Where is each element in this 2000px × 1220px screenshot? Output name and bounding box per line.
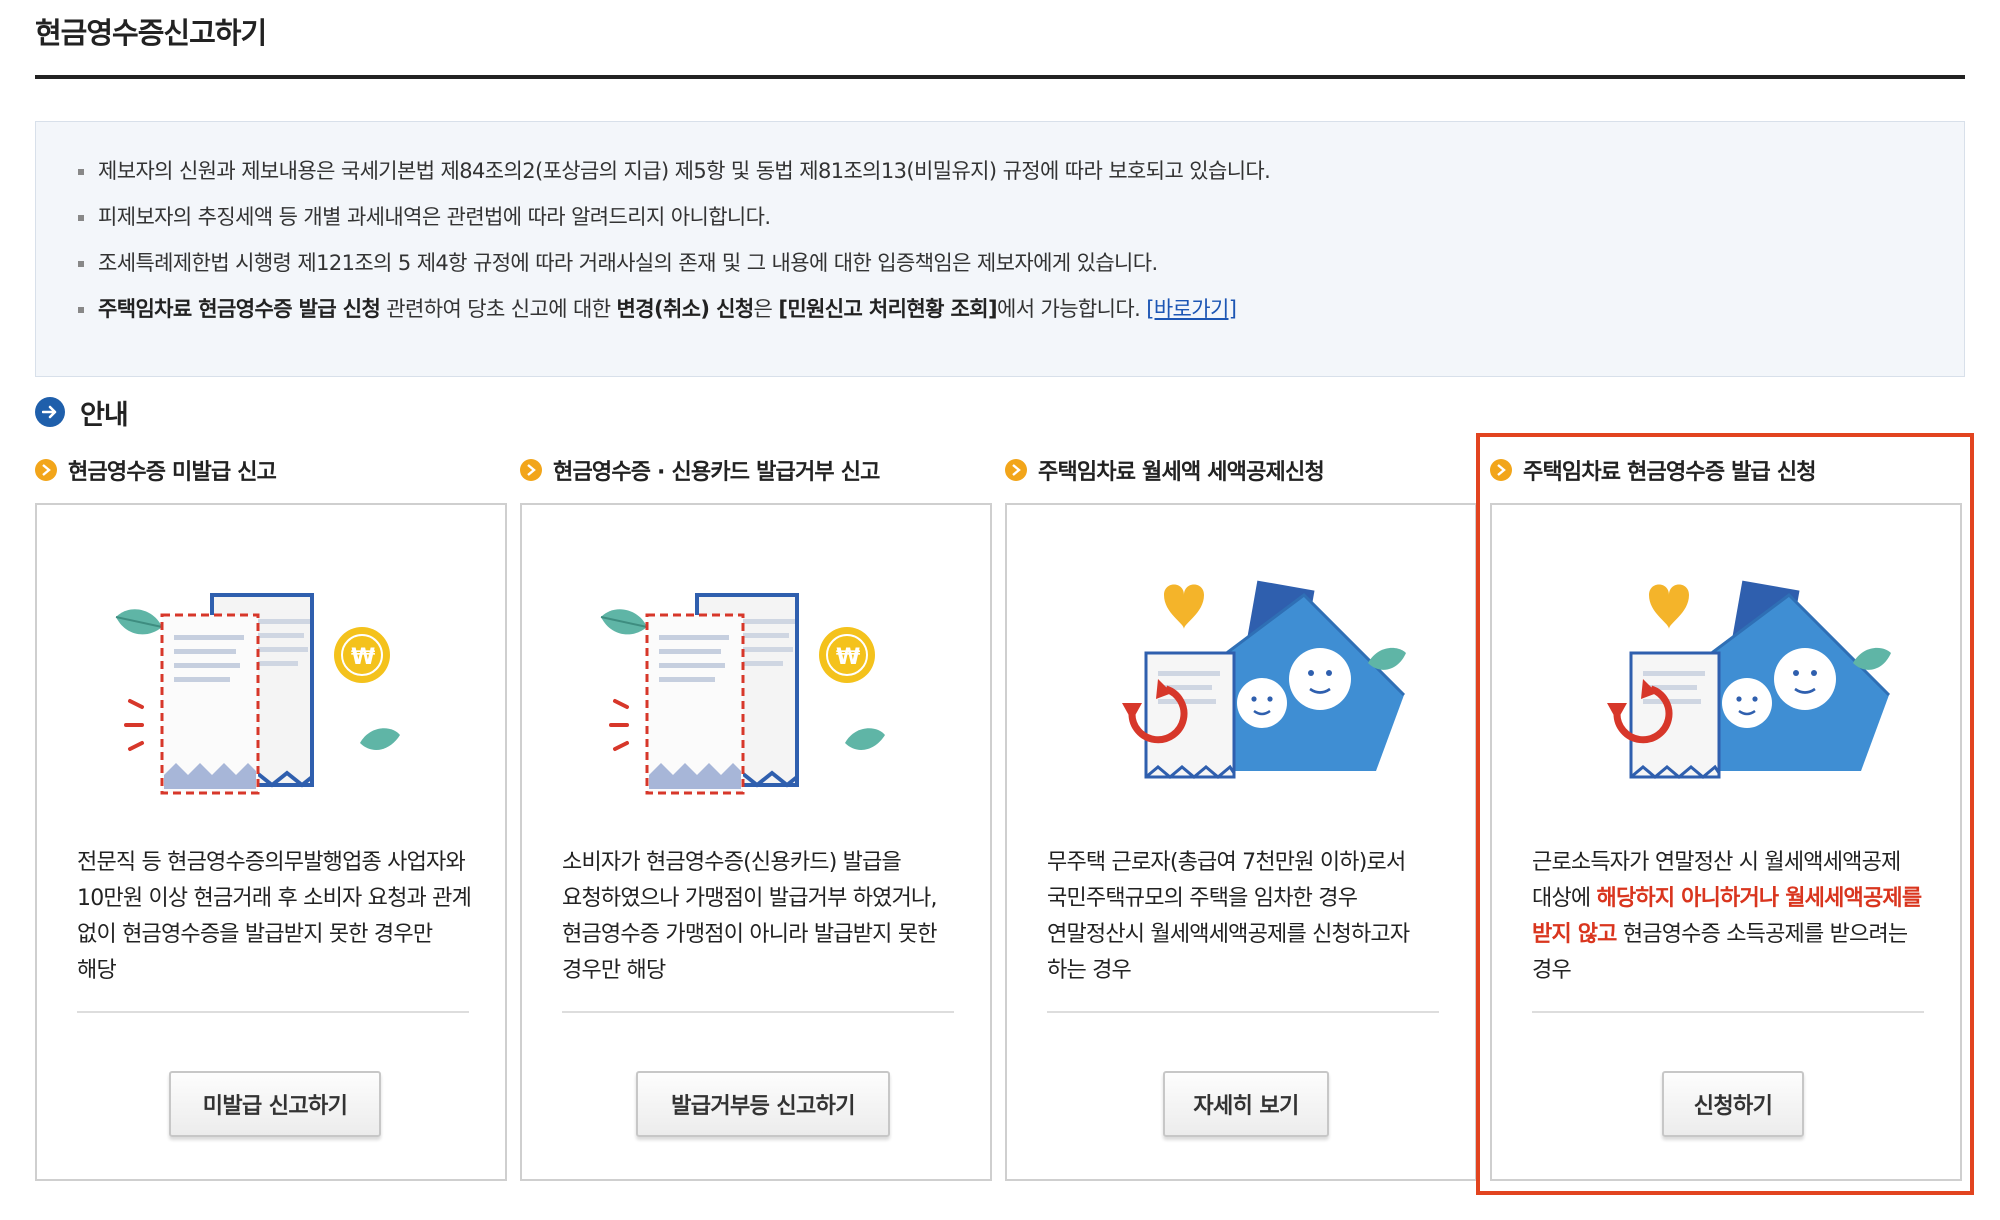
- card-body: ₩ 소비자가 현금영수증(신용카드) 발급을 요청하였으나 가맹점이 발급거부 …: [520, 503, 992, 1181]
- card-divider: [1047, 1011, 1439, 1013]
- card-divider: [1532, 1011, 1924, 1013]
- notice-text: 관련하여 당초 신고에 대한: [380, 297, 617, 321]
- card-heading: 주택임차료 월세액 세액공제신청: [1005, 453, 1477, 487]
- notice-text: 피제보자의 추징세액 등 개별 과세내역은 관련법에 따라 알려드리지 아니합니…: [98, 205, 771, 229]
- notice-item-tax-details: 피제보자의 추징세액 등 개별 과세내역은 관련법에 따라 알려드리지 아니합니…: [78, 202, 1270, 248]
- view-details-button[interactable]: 자세히 보기: [1163, 1071, 1329, 1137]
- page-title: 현금영수증신고하기: [35, 16, 267, 50]
- notice-text: 제보자의 신원과 제보내용은 국세기본법 제84조의2(포상금의 지급) 제5항…: [98, 159, 1271, 183]
- card-heading-label: 현금영수증 · 신용카드 발급거부 신고: [553, 460, 880, 485]
- card-divider: [77, 1011, 469, 1013]
- card-heading-label: 주택임차료 현금영수증 발급 신청: [1523, 460, 1817, 485]
- chevron-right-icon: [1490, 459, 1512, 481]
- house-receipt-illustration: [1122, 580, 1406, 779]
- notice-item-change-request: 주택임차료 현금영수증 발급 신청 관련하여 당초 신고에 대한 변경(취소) …: [78, 294, 1270, 340]
- notice-list: 제보자의 신원과 제보내용은 국세기본법 제84조의2(포상금의 지급) 제5항…: [78, 156, 1271, 340]
- card-body: 무주택 근로자(총급여 7천만원 이하)로서 국민주택규모의 주택을 임차한 경…: [1005, 503, 1477, 1181]
- card-heading: 현금영수증 미발급 신고: [35, 453, 507, 487]
- card-refusal-report: 현금영수증 · 신용카드 발급거부 신고 ₩ 소비자가 현금영수증(신용카드) …: [520, 453, 992, 1181]
- card-description: 소비자가 현금영수증(신용카드) 발급을 요청하였으나 가맹점이 발급거부 하였…: [562, 850, 938, 983]
- unissued-report-button[interactable]: 미발급 신고하기: [169, 1071, 381, 1137]
- shortcut-link[interactable]: [바로가기]: [1146, 297, 1237, 321]
- refusal-report-button[interactable]: 발급거부등 신고하기: [636, 1071, 890, 1137]
- svg-text:₩: ₩: [836, 645, 860, 670]
- chevron-right-icon: [35, 459, 57, 481]
- card-description: 근로소득자가 연말정산 시 월세액세액공제 대상에 해당하지 아니하거나 월세세…: [1532, 845, 1927, 989]
- apply-button[interactable]: 신청하기: [1662, 1071, 1804, 1137]
- card-rent-tax-credit: 주택임차료 월세액 세액공제신청 무주택 근로자(총급여 7천만원 이하)로서 …: [1005, 453, 1477, 1181]
- bullet-icon: [78, 215, 84, 221]
- notice-text: 조세특례제한법 시행령 제121조의 5 제4항 규정에 따라 거래사실의 존재…: [98, 251, 1158, 275]
- svg-text:₩: ₩: [351, 645, 375, 670]
- arrow-right-circle-icon: [35, 397, 65, 427]
- card-heading-label: 현금영수증 미발급 신고: [68, 460, 277, 485]
- bullet-icon: [78, 307, 84, 313]
- chevron-right-icon: [1005, 459, 1027, 481]
- notice-bold-text: [민원신고 처리현황 조회]: [778, 297, 997, 321]
- card-heading: 주택임차료 현금영수증 발급 신청: [1490, 453, 1962, 487]
- notice-item-privacy: 제보자의 신원과 제보내용은 국세기본법 제84조의2(포상금의 지급) 제5항…: [78, 156, 1271, 202]
- card-description: 전문직 등 현금영수증의무발행업종 사업자와 10만원 이상 현금거래 후 소비…: [77, 850, 472, 983]
- notice-box: 제보자의 신원과 제보내용은 국세기본법 제84조의2(포상금의 지급) 제5항…: [35, 121, 1965, 377]
- notice-text: 은: [753, 297, 779, 321]
- info-title: 안내: [80, 399, 129, 431]
- card-unissued-report: 현금영수증 미발급 신고 ₩ 전문직 등 현금영수증의무발행업종 사업자와 10…: [35, 453, 507, 1181]
- notice-text: 에서 가능합니다.: [996, 297, 1147, 321]
- card-heading: 현금영수증 · 신용카드 발급거부 신고: [520, 453, 992, 487]
- card-body: ₩ 전문직 등 현금영수증의무발행업종 사업자와 10만원 이상 현금거래 후 …: [35, 503, 507, 1181]
- bullet-icon: [78, 169, 84, 175]
- card-description: 무주택 근로자(총급여 7천만원 이하)로서 국민주택규모의 주택을 임차한 경…: [1047, 850, 1410, 983]
- info-section-header: 안내: [35, 395, 129, 431]
- receipt-coin-illustration: ₩: [115, 593, 400, 795]
- card-divider: [562, 1011, 954, 1013]
- title-divider: [35, 75, 1965, 79]
- bullet-icon: [78, 261, 84, 267]
- notice-bold-text: 변경(취소) 신청: [616, 297, 755, 321]
- card-rent-receipt-application: 주택임차료 현금영수증 발급 신청 근로소득자가 연말정산 시 월세액세액공제 …: [1490, 453, 1962, 1181]
- house-receipt-illustration: [1607, 580, 1891, 779]
- chevron-right-icon: [520, 459, 542, 481]
- notice-item-burden-of-proof: 조세특례제한법 시행령 제121조의 5 제4항 규정에 따라 거래사실의 존재…: [78, 248, 1270, 294]
- card-heading-label: 주택임차료 월세액 세액공제신청: [1038, 460, 1325, 485]
- card-body: 근로소득자가 연말정산 시 월세액세액공제 대상에 해당하지 아니하거나 월세세…: [1490, 503, 1962, 1181]
- notice-bold-text: 주택임차료 현금영수증 발급 신청: [98, 297, 381, 321]
- receipt-coin-illustration: ₩: [600, 593, 885, 795]
